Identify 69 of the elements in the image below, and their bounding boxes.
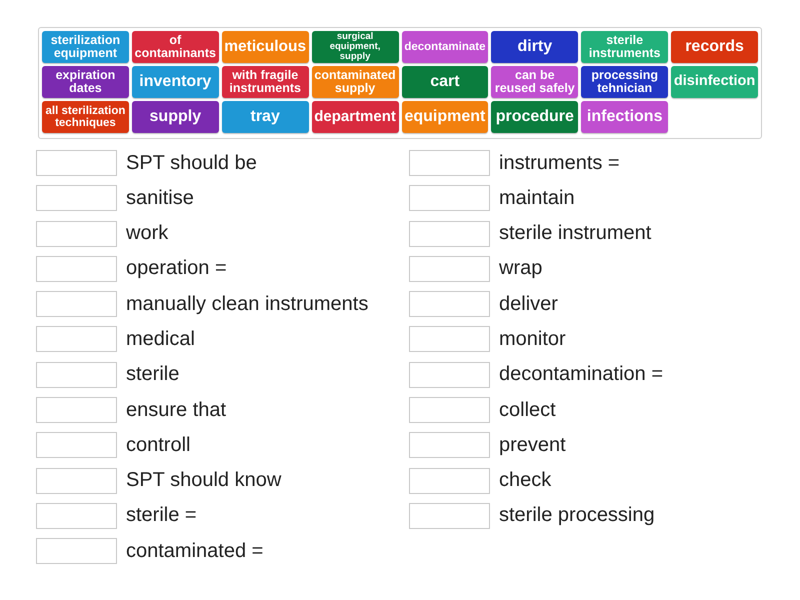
word-tile[interactable]: equipment [402,101,488,133]
clue-text: instruments = [499,152,620,174]
answer-box[interactable] [409,326,490,352]
word-tile[interactable]: tray [222,101,309,133]
answer-box[interactable] [36,326,117,352]
answer-box[interactable] [36,432,117,458]
clue-text: SPT should know [126,469,282,492]
answer-box[interactable] [36,256,117,282]
clue-text: sterile instrument [499,222,652,246]
answer-box[interactable] [409,432,490,458]
answer-box[interactable] [409,185,490,212]
answer-box[interactable] [36,538,117,564]
word-tile[interactable]: all sterilization techniques [42,101,129,133]
answer-box[interactable] [409,362,490,388]
clue-text: controll [126,434,190,457]
word-tile[interactable]: supply [132,101,219,133]
word-tile[interactable]: sterile instruments [581,31,668,63]
clue-text: operation = [126,257,227,280]
clue-text: sterile = [126,504,197,528]
clue-text: sanitise [126,186,194,210]
clue-text: manually clean instruments [126,292,368,316]
word-tile[interactable]: meticulous [222,31,309,63]
word-tile[interactable]: infections [581,101,668,133]
clue-text: medical [126,328,195,351]
answer-box[interactable] [36,502,117,529]
clue-text: ensure that [126,398,226,422]
clue-text: maintain [499,186,575,210]
word-tile[interactable]: processing tehnician [581,66,668,98]
clue-text: sterile processing [499,504,655,528]
word-tile[interactable]: department [312,101,398,133]
clue-text: prevent [499,434,566,457]
word-tile[interactable]: disinfection [671,66,758,98]
clue-text: sterile [126,363,180,386]
clue-text: collect [499,398,556,422]
word-tile[interactable]: records [671,31,758,63]
answer-box[interactable] [36,362,117,388]
answer-box[interactable] [36,397,117,424]
answer-box[interactable] [409,220,490,247]
word-tile[interactable]: inventory [132,66,219,98]
word-tile[interactable]: cart [402,66,488,98]
word-tile[interactable]: surgical equipment, supply [312,31,398,63]
answer-box[interactable] [409,291,490,318]
answer-box[interactable] [409,502,490,529]
word-tile[interactable]: with fragile instruments [222,66,309,98]
clue-text: SPT should be [126,152,257,174]
word-tile[interactable]: of contaminants [132,31,219,63]
word-tile[interactable]: decontaminate [402,31,488,63]
answer-box[interactable] [409,397,490,424]
word-tile[interactable]: expiration dates [42,66,129,98]
word-tile[interactable]: contaminated supply [312,66,398,98]
word-tile[interactable]: dirty [491,31,578,63]
clue-text: check [499,469,552,492]
answer-box[interactable] [36,150,117,176]
word-tile[interactable]: can be reused safely [491,66,578,98]
clue-text: monitor [499,328,566,351]
answer-box[interactable] [36,468,117,494]
answer-box[interactable] [36,185,117,212]
clue-text: work [126,222,168,246]
clue-text: wrap [499,257,542,280]
answer-box[interactable] [36,291,117,318]
answer-box[interactable] [36,220,117,247]
answer-box[interactable] [409,256,490,282]
word-tile[interactable]: procedure [491,101,578,133]
answer-box[interactable] [409,468,490,494]
clue-text: deliver [499,292,558,316]
clue-text: contaminated = [126,540,264,563]
word-tile[interactable]: sterilization equipment [42,31,129,63]
answer-box[interactable] [409,150,490,176]
clue-text: decontamination = [499,363,664,386]
